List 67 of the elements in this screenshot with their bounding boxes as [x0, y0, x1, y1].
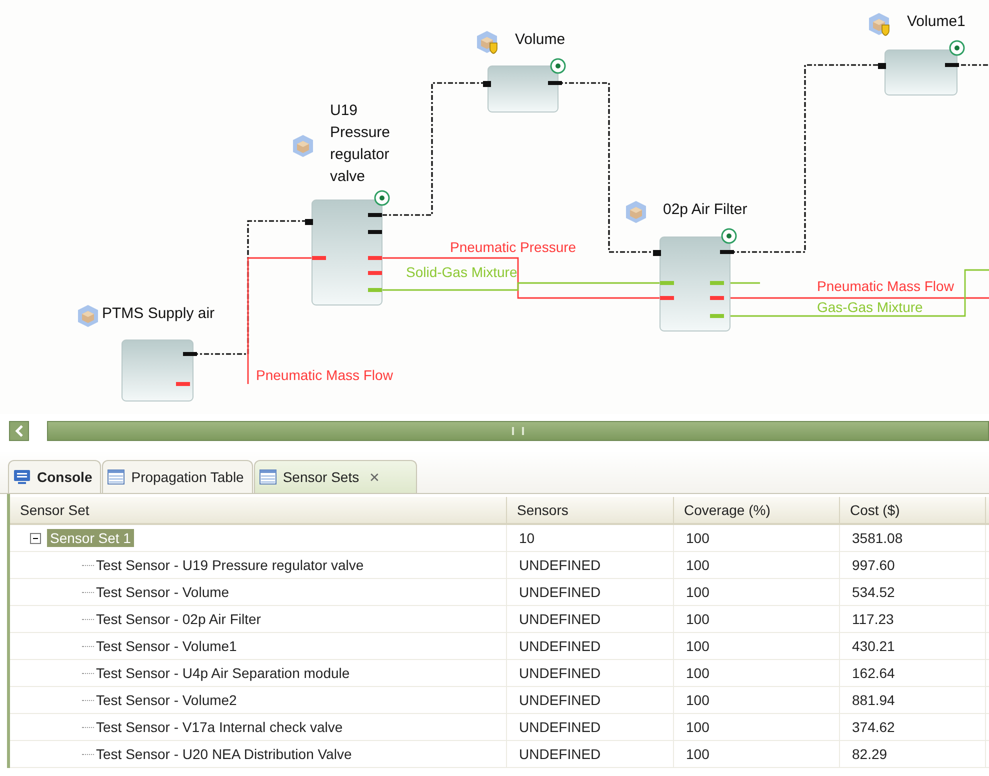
close-button[interactable]: ✕ — [369, 470, 380, 484]
chevron-left-icon — [14, 425, 24, 437]
column-header[interactable]: Sensors — [507, 497, 674, 523]
table-cell: 117.23 — [840, 606, 986, 632]
table-cell: 100 — [674, 714, 840, 740]
table-cell: 534.52 — [840, 579, 986, 605]
flow-label: Solid-Gas Mixture — [406, 265, 518, 280]
table-cell: UNDEFINED — [507, 579, 674, 605]
tab[interactable]: Console — [8, 460, 102, 493]
table-cell: UNDEFINED — [507, 552, 674, 578]
table-cell: 100 — [674, 633, 840, 659]
table-cell: 430.21 — [840, 633, 986, 659]
sensor-icon[interactable] — [721, 228, 737, 244]
sensor-icon[interactable] — [374, 190, 390, 206]
table-cell: 100 — [674, 660, 840, 686]
tree-item[interactable]: Test Sensor - U20 NEA Distribution Valve — [96, 746, 352, 762]
table-cell: 881.94 — [840, 687, 986, 713]
table-icon — [107, 469, 126, 485]
tab[interactable]: Sensor Sets ✕ — [254, 460, 418, 493]
component-label: U19 Pressure regulator valve — [330, 101, 392, 187]
column-header[interactable]: Sensor Set — [10, 497, 507, 523]
table-cell: UNDEFINED — [507, 660, 674, 686]
tree-item[interactable]: Test Sensor - Volume1 — [96, 638, 237, 654]
table-cell: 100 — [674, 741, 840, 767]
table-cell: 997.60 — [840, 552, 986, 578]
table-cell: 374.62 — [840, 714, 986, 740]
table-cell: UNDEFINED — [507, 606, 674, 632]
flow-label: Pneumatic Mass Flow — [256, 368, 393, 383]
table-icon — [258, 469, 277, 485]
collapse-icon[interactable] — [30, 532, 41, 544]
sensor-icon[interactable] — [949, 40, 965, 56]
table-cell: UNDEFINED — [507, 687, 674, 713]
table-cell: 162.64 — [840, 660, 986, 686]
monitor-icon — [13, 469, 31, 485]
table-cell: 100 — [674, 606, 840, 632]
table-cell: 100 — [674, 525, 840, 551]
table-cell: 100 — [674, 579, 840, 605]
table-cell: 100 — [674, 552, 840, 578]
flow-label: Gas-Gas Mixture — [817, 300, 923, 315]
table-cell: 100 — [674, 687, 840, 713]
tree-item[interactable]: Test Sensor - U4p Air Separation module — [96, 665, 350, 681]
table-cell: UNDEFINED — [507, 633, 674, 659]
tree-item[interactable]: Test Sensor - 02p Air Filter — [96, 611, 261, 627]
table-cell: 82.29 — [840, 741, 986, 767]
tab-label: Sensor Sets — [282, 469, 360, 485]
component-block[interactable] — [878, 50, 959, 96]
table-cell: 3581.08 — [840, 525, 986, 551]
table-cell: UNDEFINED — [507, 714, 674, 740]
scrollbar-thumb[interactable] — [47, 421, 989, 441]
column-header[interactable]: Coverage (%) — [674, 497, 840, 523]
column-header[interactable]: Cost ($) — [840, 497, 986, 523]
tree-item[interactable]: Test Sensor - Volume2 — [96, 692, 237, 708]
flow-label: Pneumatic Pressure — [450, 240, 576, 255]
table-cell: UNDEFINED — [507, 741, 674, 767]
tab[interactable]: Propagation Table — [102, 460, 253, 493]
component-label: Volume — [515, 30, 566, 50]
component-label: 02p Air Filter — [663, 200, 748, 220]
scroll-left-button[interactable] — [9, 421, 29, 441]
component-label: PTMS Supply air — [102, 304, 216, 324]
tree-item[interactable]: Test Sensor - U19 Pressure regulator valve — [96, 557, 364, 573]
component-label: Volume1 — [907, 12, 966, 32]
sensor-icon[interactable] — [550, 58, 566, 74]
table-cell: 10 — [507, 525, 674, 551]
component-block[interactable] — [483, 66, 562, 112]
flow-label: Pneumatic Mass Flow — [817, 279, 954, 294]
tree-item[interactable]: Test Sensor - V17a Internal check valve — [96, 719, 343, 735]
tree-item[interactable]: Test Sensor - Volume — [96, 584, 230, 600]
